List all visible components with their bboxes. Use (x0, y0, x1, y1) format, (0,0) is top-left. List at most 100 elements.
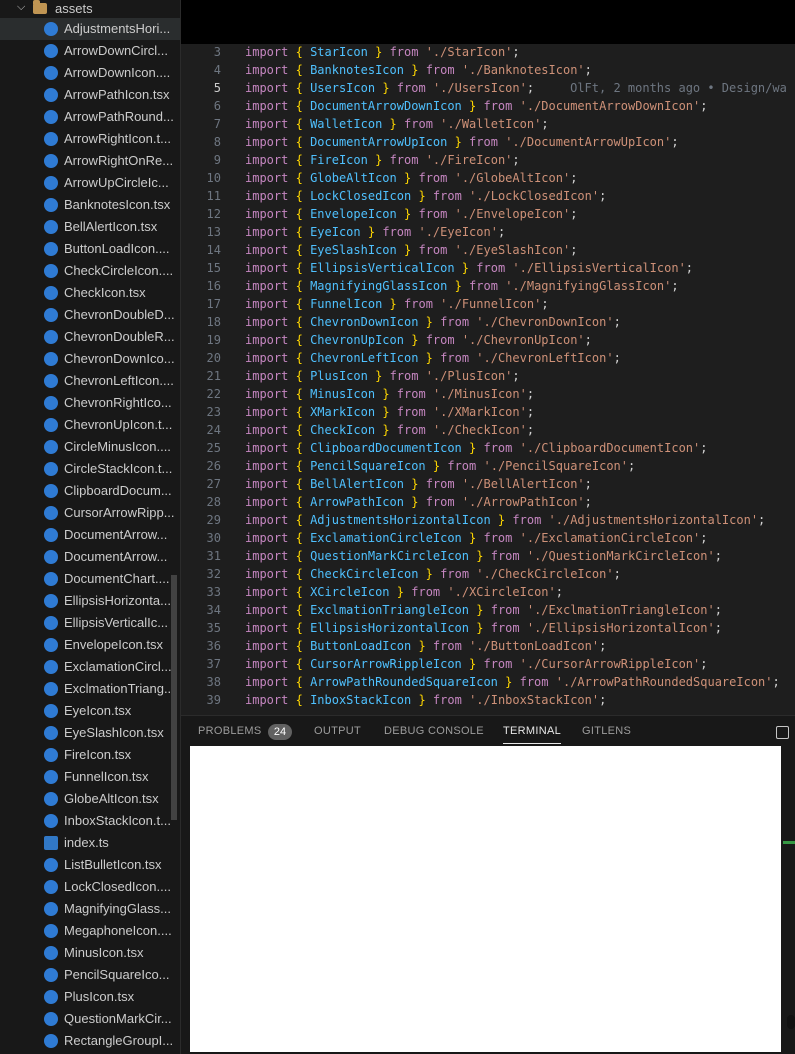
file-item[interactable]: ArrowPathIcon.tsx (0, 84, 181, 106)
code-line[interactable]: 3 import { StarIcon } from './StarIcon'; (181, 44, 795, 62)
code-line[interactable]: 17 import { FunnelIcon } from './FunnelIc… (181, 296, 795, 314)
file-item[interactable]: FireIcon.tsx (0, 744, 181, 766)
code-line[interactable]: 22 import { MinusIcon } from './MinusIcon… (181, 386, 795, 404)
file-item[interactable]: AdjustmentsHori... (0, 18, 181, 40)
code-line[interactable]: 32 import { CheckCircleIcon } from './Che… (181, 566, 795, 584)
file-item[interactable]: ClipboardDocum... (0, 480, 181, 502)
file-item[interactable]: ArrowDownIcon.... (0, 62, 181, 84)
code-line[interactable]: 23 import { XMarkIcon } from './XMarkIcon… (181, 404, 795, 422)
code-line[interactable]: 7 import { WalletIcon } from './WalletIco… (181, 116, 795, 134)
code-line[interactable]: 15 import { EllipsisVerticalIcon } from '… (181, 260, 795, 278)
file-item[interactable]: LockClosedIcon.... (0, 876, 181, 898)
code-line[interactable]: 18 import { ChevronDownIcon } from './Che… (181, 314, 795, 332)
file-item[interactable]: ChevronDownIco... (0, 348, 181, 370)
file-item[interactable]: CheckCircleIcon.... (0, 260, 181, 282)
code-line[interactable]: 5 import { UsersIcon } from './UsersIcon'… (181, 80, 795, 98)
file-item[interactable]: CheckIcon.tsx (0, 282, 181, 304)
file-item[interactable]: ArrowRightOnRe... (0, 150, 181, 172)
open-brace: { (295, 513, 303, 527)
file-item[interactable]: QuestionMarkCir... (0, 1008, 181, 1030)
code-line[interactable]: 28 import { ArrowPathIcon } from './Arrow… (181, 494, 795, 512)
code-line[interactable]: 8 import { DocumentArrowUpIcon } from './… (181, 134, 795, 152)
code-line[interactable]: 10 import { GlobeAltIcon } from './GlobeA… (181, 170, 795, 188)
code-line[interactable]: 14 import { EyeSlashIcon } from './EyeSla… (181, 242, 795, 260)
file-item[interactable]: ArrowRightIcon.t... (0, 128, 181, 150)
file-item[interactable]: EllipsisVerticalIc... (0, 612, 181, 634)
tab-problems[interactable]: PROBLEMS (198, 725, 262, 737)
file-item[interactable]: PencilSquareIco... (0, 964, 181, 986)
code-line[interactable]: 31 import { QuestionMarkCircleIcon } from… (181, 548, 795, 566)
file-item[interactable]: BellAlertIcon.tsx (0, 216, 181, 238)
file-item[interactable]: ExclamationCircl... (0, 656, 181, 678)
file-item[interactable]: MinusIcon.tsx (0, 942, 181, 964)
code-line[interactable]: 35 import { EllipsisHorizontalIcon } from… (181, 620, 795, 638)
file-item[interactable]: MegaphoneIcon.... (0, 920, 181, 942)
file-item[interactable]: EyeIcon.tsx (0, 700, 181, 722)
code-line[interactable]: 4 import { BanknotesIcon } from './Bankno… (181, 62, 795, 80)
tab-output[interactable]: OUTPUT (314, 725, 361, 737)
code-line[interactable]: 20 import { ChevronLeftIcon } from './Che… (181, 350, 795, 368)
maximize-panel-icon[interactable] (776, 726, 789, 739)
sidebar-scrollbar[interactable] (171, 575, 177, 820)
code-line[interactable]: 26 import { PencilSquareIcon } from './Pe… (181, 458, 795, 476)
file-item[interactable]: GlobeAltIcon.tsx (0, 788, 181, 810)
tab-gitlens[interactable]: GITLENS (582, 725, 631, 737)
file-item[interactable]: ChevronDoubleR... (0, 326, 181, 348)
file-item[interactable]: ArrowUpCircleIc... (0, 172, 181, 194)
code-text: import { FireIcon } from './FireIcon'; (245, 153, 520, 167)
code-editor[interactable]: 3 import { StarIcon } from './StarIcon'; 4… (181, 44, 795, 715)
code-line[interactable]: 36 import { ButtonLoadIcon } from './Butt… (181, 638, 795, 656)
file-item[interactable]: EllipsisHorizonta... (0, 590, 181, 612)
tab-terminal[interactable]: TERMINAL (503, 725, 562, 744)
terminal-area[interactable] (190, 746, 781, 1052)
file-item[interactable]: EnvelopeIcon.tsx (0, 634, 181, 656)
file-item[interactable]: FunnelIcon.tsx (0, 766, 181, 788)
file-item[interactable]: BanknotesIcon.tsx (0, 194, 181, 216)
tab-debug-console[interactable]: DEBUG CONSOLE (384, 725, 484, 737)
code-line[interactable]: 6 import { DocumentArrowDownIcon } from '… (181, 98, 795, 116)
file-item[interactable]: ButtonLoadIcon.... (0, 238, 181, 260)
file-item[interactable]: DocumentArrow... (0, 546, 181, 568)
code-line[interactable]: 25 import { ClipboardDocumentIcon } from … (181, 440, 795, 458)
code-line[interactable]: 38 import { ArrowPathRoundedSquareIcon } … (181, 674, 795, 692)
code-line[interactable]: 37 import { CursorArrowRippleIcon } from … (181, 656, 795, 674)
code-line[interactable]: 24 import { CheckIcon } from './CheckIcon… (181, 422, 795, 440)
import-identifier: CursorArrowRippleIcon (310, 657, 462, 671)
file-item[interactable]: DocumentArrow... (0, 524, 181, 546)
code-line[interactable]: 21 import { PlusIcon } from './PlusIcon'; (181, 368, 795, 386)
file-item[interactable]: MagnifyingGlass... (0, 898, 181, 920)
file-item[interactable]: ChevronRightIco... (0, 392, 181, 414)
code-line[interactable]: 19 import { ChevronUpIcon } from './Chevr… (181, 332, 795, 350)
code-line[interactable]: 12 import { EnvelopeIcon } from './Envelo… (181, 206, 795, 224)
file-item[interactable]: PlusIcon.tsx (0, 986, 181, 1008)
file-item[interactable]: ChevronLeftIcon.... (0, 370, 181, 392)
file-item[interactable]: DocumentChart.... (0, 568, 181, 590)
file-item[interactable]: InboxStackIcon.t... (0, 810, 181, 832)
code-line[interactable]: 34 import { ExclmationTriangleIcon } from… (181, 602, 795, 620)
panel-scroll-handle[interactable] (787, 1015, 795, 1029)
file-item[interactable]: CursorArrowRipp... (0, 502, 181, 524)
import-identifier: CheckIcon (310, 423, 376, 437)
file-item[interactable]: CircleStackIcon.t... (0, 458, 181, 480)
code-line[interactable]: 29 import { AdjustmentsHorizontalIcon } f… (181, 512, 795, 530)
file-item[interactable]: RectangleGroupI... (0, 1030, 181, 1052)
file-item[interactable]: ChevronDoubleD... (0, 304, 181, 326)
file-item[interactable]: EyeSlashIcon.tsx (0, 722, 181, 744)
file-item[interactable]: ArrowDownCircl... (0, 40, 181, 62)
file-item[interactable]: ChevronUpIcon.t... (0, 414, 181, 436)
code-line[interactable]: 27 import { BellAlertIcon } from './BellA… (181, 476, 795, 494)
file-item[interactable]: ExclmationTriang... (0, 678, 181, 700)
code-line[interactable]: 33 import { XCircleIcon } from './XCircle… (181, 584, 795, 602)
file-item[interactable]: ListBulletIcon.tsx (0, 854, 181, 876)
file-item[interactable]: index.ts (0, 832, 181, 854)
code-line[interactable]: 16 import { MagnifyingGlassIcon } from '.… (181, 278, 795, 296)
code-line[interactable]: 39 import { InboxStackIcon } from './Inbo… (181, 692, 795, 710)
folder-assets[interactable]: ⌵ assets (0, 0, 181, 18)
code-line[interactable]: 13 import { EyeIcon } from './EyeIcon'; (181, 224, 795, 242)
code-line[interactable]: 11 import { LockClosedIcon } from './Lock… (181, 188, 795, 206)
code-line[interactable]: 9 import { FireIcon } from './FireIcon'; (181, 152, 795, 170)
code-line[interactable]: 30 import { ExclamationCircleIcon } from … (181, 530, 795, 548)
file-item[interactable]: ArrowPathRound... (0, 106, 181, 128)
file-item[interactable]: CircleMinusIcon.... (0, 436, 181, 458)
